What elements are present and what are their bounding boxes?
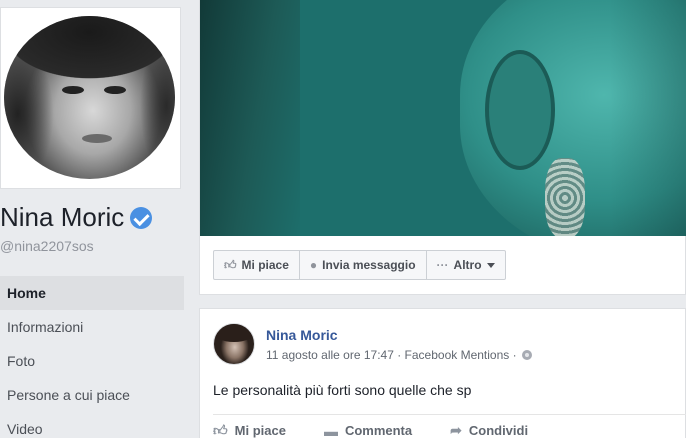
- comment-icon: ▬: [323, 422, 338, 438]
- profile-picture-frame[interactable]: [0, 7, 181, 189]
- share-arrow-icon: ➦: [450, 422, 462, 438]
- nav-item-videos[interactable]: Video: [0, 412, 184, 438]
- post-timestamp[interactable]: 11 agosto alle ore 17:47 · Facebook Ment…: [266, 348, 517, 362]
- profile-picture[interactable]: [4, 16, 175, 179]
- divider: [213, 414, 686, 415]
- post-like-label: Mi piace: [234, 423, 286, 438]
- nav-item-info[interactable]: Informazioni: [0, 310, 184, 344]
- nav-item-likers[interactable]: Persone a cui piace: [0, 378, 184, 412]
- post-share-label: Condividi: [468, 423, 529, 438]
- thumbs-up-icon: 👍︎: [224, 257, 237, 272]
- post-comment-label: Commenta: [344, 423, 413, 438]
- thumbs-up-icon: 👍︎: [213, 422, 228, 438]
- post-like-button[interactable]: 👍︎ Mi piace: [213, 422, 286, 438]
- like-page-label: Mi piace: [241, 258, 289, 272]
- post-share-button[interactable]: ➦ Condividi: [450, 422, 528, 438]
- post-text: Le personalità più forti sono quelle che…: [213, 382, 472, 398]
- page-name-text[interactable]: Nina Moric: [0, 202, 124, 233]
- post-author-avatar[interactable]: [213, 323, 255, 365]
- more-dots-icon: ···: [436, 258, 449, 272]
- more-button[interactable]: ··· Altro: [427, 251, 505, 279]
- page-title[interactable]: Nina Moric: [0, 202, 153, 233]
- cover-card: 👍︎ Mi piace ● Invia messaggio ··· Altro: [199, 0, 686, 295]
- verified-badge-icon: [130, 206, 153, 229]
- nav-item-photos[interactable]: Foto: [0, 344, 184, 378]
- page-action-bar: 👍︎ Mi piace ● Invia messaggio ··· Altro: [213, 250, 506, 280]
- like-page-button[interactable]: 👍︎ Mi piace: [214, 251, 300, 279]
- page-handle[interactable]: @nina2207sos: [0, 238, 94, 254]
- more-label: Altro: [453, 258, 482, 272]
- send-message-label: Invia messaggio: [322, 258, 416, 272]
- chevron-down-icon: [486, 262, 495, 268]
- nav-item-home[interactable]: Home: [0, 276, 184, 310]
- post-comment-button[interactable]: ▬ Commenta: [324, 422, 412, 438]
- post-author-name[interactable]: Nina Moric: [266, 327, 338, 343]
- left-column: Nina Moric @nina2207sos Home Informazion…: [0, 0, 188, 438]
- post-action-bar: 👍︎ Mi piace ▬ Commenta ➦ Condividi: [213, 422, 566, 438]
- cover-photo[interactable]: [200, 0, 686, 236]
- messenger-icon: ●: [309, 258, 318, 272]
- post-meta: 11 agosto alle ore 17:47 · Facebook Ment…: [266, 348, 532, 362]
- globe-icon[interactable]: [521, 350, 532, 360]
- send-message-button[interactable]: ● Invia messaggio: [300, 251, 427, 279]
- page-nav: Home Informazioni Foto Persone a cui pia…: [0, 276, 184, 438]
- post-card: Nina Moric 11 agosto alle ore 17:47 · Fa…: [199, 308, 686, 438]
